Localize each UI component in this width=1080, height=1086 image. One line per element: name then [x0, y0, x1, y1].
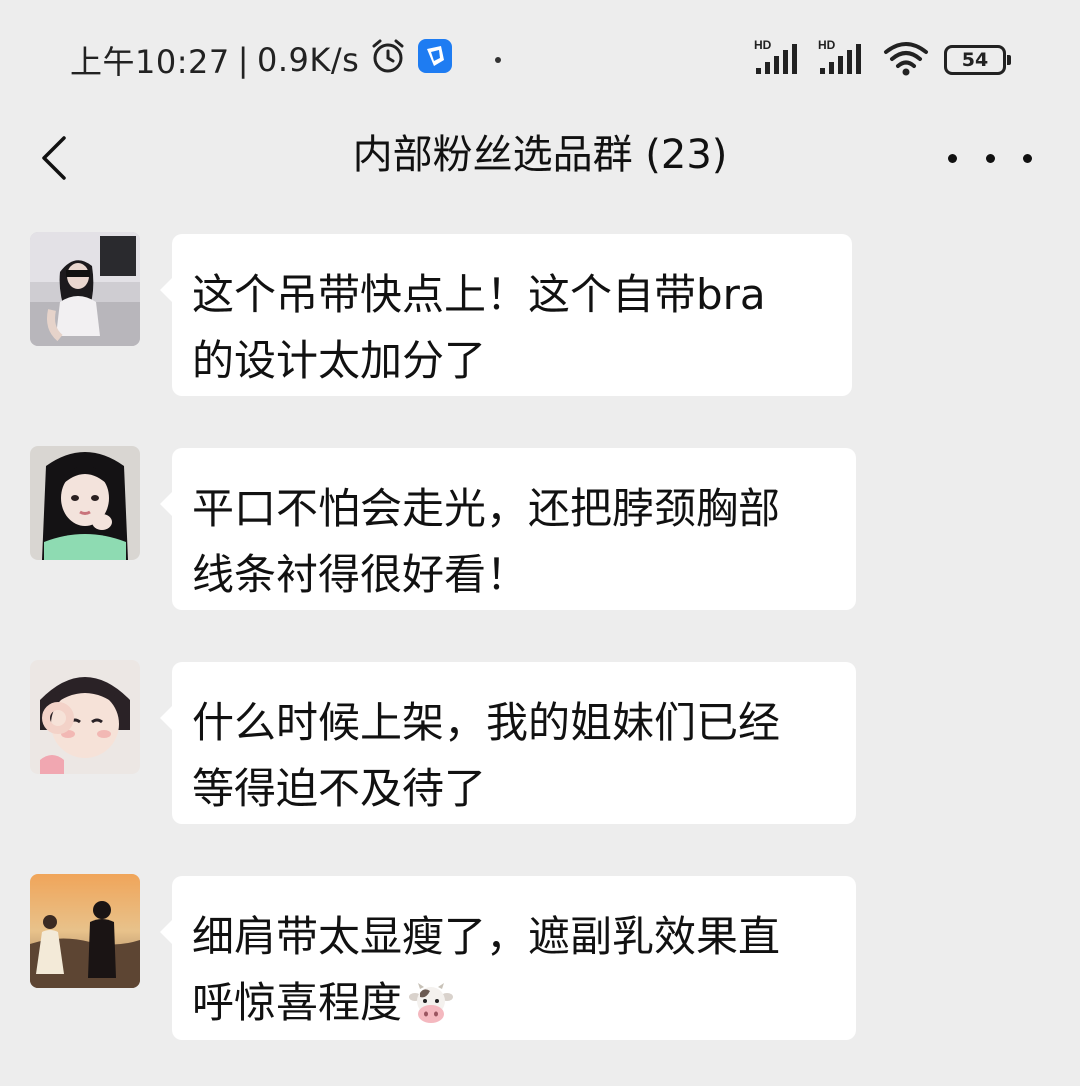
message-line: 细肩带太显瘦了，遮副乳效果直 — [192, 912, 781, 961]
message-line: 呼惊喜程度 — [192, 978, 403, 1027]
message-line: 的设计太加分了 — [192, 336, 487, 385]
battery-icon: 54 — [944, 45, 1011, 75]
message-line-with-emoji: 呼惊喜程度 — [192, 970, 840, 1044]
more-dot — [948, 153, 957, 163]
chat-header: 内部粉丝选品群 (23) — [0, 110, 1080, 206]
message-bubble: 细肩带太显瘦了，遮副乳效果直 呼惊喜程度 — [160, 876, 856, 1040]
more-dot — [985, 153, 995, 163]
message-line: 等得迫不及待了 — [192, 764, 487, 813]
message-line: 线条衬得很好看！ — [192, 550, 529, 599]
hd-signal-icon: HD — [754, 38, 804, 82]
message-line: 这个吊带快点上！这个自带bra — [192, 270, 766, 319]
message-bubble: 平口不怕会走光，还把脖颈胸部 线条衬得很好看！ — [160, 448, 856, 610]
avatar[interactable] — [30, 446, 140, 560]
signal-2-label: HD — [818, 38, 836, 52]
notification-dot-icon — [495, 57, 502, 63]
more-button[interactable] — [948, 140, 1032, 176]
message-line: 什么时候上架，我的姐妹们已经 — [192, 698, 781, 747]
status-left: 上午10:27 | 0.9K/s — [70, 37, 502, 83]
message-bubble: 什么时候上架，我的姐妹们已经 等得迫不及待了 — [160, 662, 856, 824]
avatar[interactable] — [30, 660, 140, 774]
alarm-icon — [369, 37, 407, 83]
signal-1-label: HD — [754, 38, 772, 52]
status-right: HD HD 54 — [754, 38, 1011, 82]
message-bubble: 这个吊带快点上！这个自带bra 的设计太加分了 — [160, 234, 852, 396]
page-title: 内部粉丝选品群 (23) — [352, 132, 728, 178]
hd-signal-icon: HD — [818, 38, 868, 82]
wifi-icon — [882, 38, 930, 82]
network-speed: 0.9K/s — [257, 41, 360, 79]
avatar[interactable] — [30, 874, 140, 988]
status-time: 上午10:27 — [70, 43, 230, 81]
message-line: 平口不怕会走光，还把脖颈胸部 — [192, 484, 781, 533]
avatar[interactable] — [30, 232, 140, 346]
status-bar: 上午10:27 | 0.9K/s HD HD 54 — [0, 0, 1080, 110]
status-separator: | — [237, 41, 250, 79]
cow-face-emoji-icon — [408, 978, 454, 1044]
more-dot — [1023, 153, 1032, 163]
app-notification-icon — [417, 38, 453, 82]
